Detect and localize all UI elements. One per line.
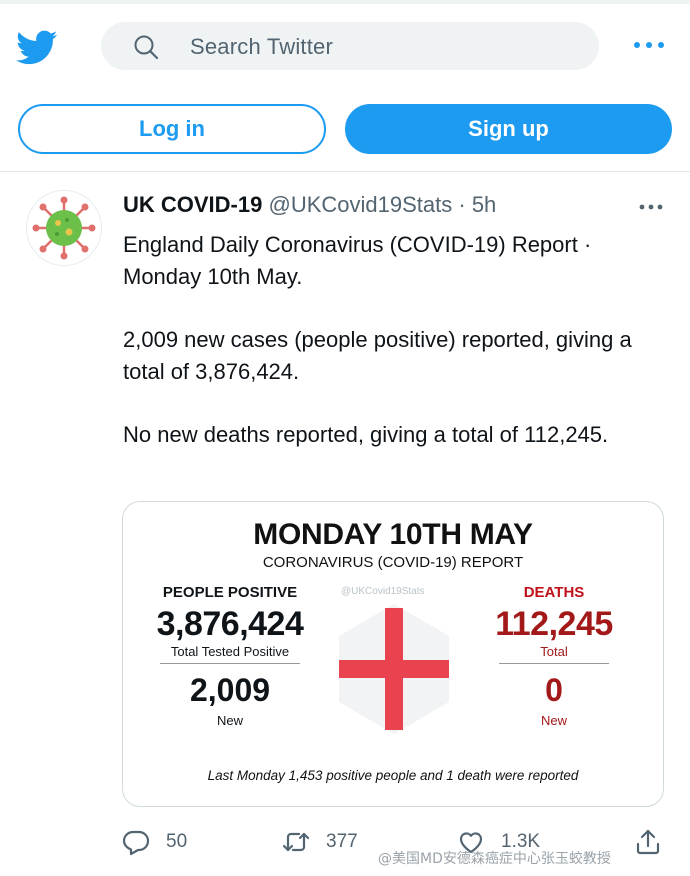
report-watermark: @UKCovid19Stats [341,586,425,597]
share-icon [636,829,660,855]
deaths-label: DEATHS [523,584,585,601]
report-title: MONDAY 10TH MAY [253,518,533,551]
report-footer: Last Monday 1,453 positive people and 1 … [207,768,579,783]
reply-count: 50 [166,831,188,852]
deaths-column: DEATHS 112,245 Total 0 New [479,584,629,728]
positive-total-label: Total Tested Positive [170,644,290,659]
weibo-watermark: @美国MD安德森癌症中心张玉蛟教授 [378,851,611,867]
search-icon [134,35,159,60]
retweet-button[interactable]: 377 [282,828,358,856]
positive-label: PEOPLE POSITIVE [162,584,298,601]
login-button[interactable]: Log in [18,104,326,154]
tweet-text-paragraph: 2,009 new cases (people positive) report… [123,327,632,384]
deaths-new: 0 [545,672,563,708]
search-input[interactable]: Search Twitter [101,22,599,70]
retweet-count: 377 [326,831,358,852]
positive-column: PEOPLE POSITIVE 3,876,424 Total Tested P… [135,584,325,728]
more-icon[interactable] [632,38,666,52]
author-name[interactable]: UK COVID-19 [123,192,262,217]
search-placeholder: Search Twitter [190,34,334,59]
positive-total: 3,876,424 [156,605,304,643]
avatar[interactable] [26,190,102,266]
header-separator: · [458,192,466,217]
author-handle[interactable]: @UKCovid19Stats [268,192,452,217]
header: Search Twitter [0,4,690,90]
retweet-icon [282,832,310,852]
report-subtitle: CORONAVIRUS (COVID-19) REPORT [262,554,524,571]
tweet-header: UK COVID-19 @UKCovid19Stats · 5h [123,192,496,218]
twitter-bird-icon[interactable] [16,30,58,66]
deaths-total-label: Total [540,644,568,659]
report-image[interactable]: MONDAY 10TH MAY CORONAVIRUS (COVID-19) R… [122,501,664,807]
positive-divider [160,663,300,664]
positive-new-label: New [216,713,243,728]
tweet-text-paragraph: England Daily Coronavirus (COVID-19) Rep… [123,232,592,289]
tweet-time[interactable]: 5h [472,192,496,217]
england-flag-icon [339,604,449,734]
reply-icon [122,830,150,856]
tweet-more-icon[interactable] [638,202,664,212]
deaths-divider [499,663,609,664]
tweet-text-paragraph: No new deaths reported, giving a total o… [123,422,609,447]
reply-button[interactable]: 50 [122,828,187,856]
virus-avatar-icon [32,196,96,260]
share-button[interactable] [634,828,662,856]
signup-button[interactable]: Sign up [345,104,672,154]
divider [0,171,690,172]
deaths-total: 112,245 [495,605,613,643]
positive-new: 2,009 [189,672,271,708]
deaths-new-label: New [540,713,567,728]
